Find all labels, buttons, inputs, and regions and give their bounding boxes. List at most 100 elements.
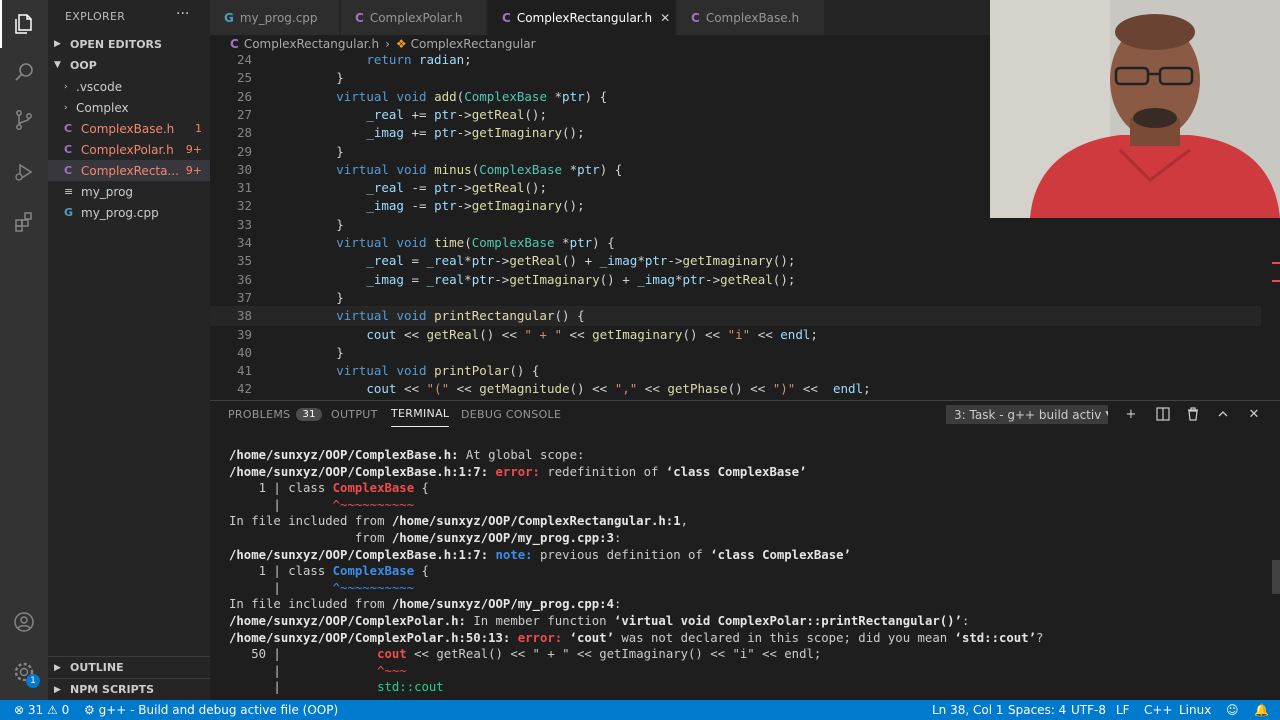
open-editors-label: OPEN EDITORS bbox=[70, 37, 162, 51]
breadcrumb-file[interactable]: ComplexRectangular.h bbox=[244, 37, 379, 51]
tree-file-complexpolar[interactable]: C ComplexPolar.h 9+ bbox=[48, 139, 210, 160]
tab-output[interactable]: OUTPUT bbox=[331, 401, 378, 427]
trash-icon[interactable] bbox=[1184, 405, 1202, 423]
warning-icon: ⚠ bbox=[47, 703, 58, 717]
code-text: virtual void printRectangular() { bbox=[336, 308, 585, 324]
feedback-icon[interactable]: ☺ bbox=[1226, 700, 1239, 720]
code-line[interactable]: 37 } bbox=[210, 289, 1260, 307]
c-header-file-icon: C bbox=[230, 37, 239, 51]
code-line[interactable]: 35 _real = _real*ptr->getReal() + _imag*… bbox=[210, 252, 1260, 270]
panel-scrollbar[interactable] bbox=[1272, 560, 1280, 594]
account-icon[interactable] bbox=[0, 598, 48, 646]
source-control-icon[interactable] bbox=[0, 96, 48, 144]
tree-folder-complex[interactable]: › Complex bbox=[48, 97, 210, 118]
code-line[interactable]: 36 _imag = _real*ptr->getImaginary() + _… bbox=[210, 271, 1260, 289]
tab-complexrectangular[interactable]: C ComplexRectangular.h ✕ bbox=[488, 0, 676, 35]
task-status[interactable]: ⚙ g++ - Build and debug active file (OOP… bbox=[84, 700, 338, 720]
cursor-position[interactable]: Ln 38, Col 1 bbox=[932, 700, 1004, 720]
terminal-line: In file included from /home/sunxyz/OOP/C… bbox=[229, 514, 689, 529]
npm-scripts-section[interactable]: ▶ NPM SCRIPTS bbox=[48, 678, 210, 700]
terminal-line: | ^~~~~~~~~~~ bbox=[229, 497, 415, 512]
line-number: 31 bbox=[236, 180, 252, 196]
indentation[interactable]: Spaces: 4 bbox=[1008, 700, 1066, 720]
new-terminal-icon[interactable]: + bbox=[1122, 405, 1140, 423]
run-debug-icon[interactable] bbox=[0, 148, 48, 196]
tab-terminal[interactable]: TERMINAL bbox=[391, 401, 450, 427]
line-number: 30 bbox=[236, 161, 252, 177]
tab-problems[interactable]: PROBLEMS 31 bbox=[228, 401, 322, 427]
code-text: return radian; bbox=[366, 53, 472, 67]
manage-gear-icon[interactable]: 1 bbox=[0, 648, 48, 696]
status-bar: ⊗ 31 ⚠ 0 ⚙ g++ - Build and debug active … bbox=[0, 700, 1280, 720]
encoding[interactable]: UTF-8 bbox=[1071, 700, 1106, 720]
code-text: _real -= ptr->getReal(); bbox=[366, 180, 547, 196]
language-mode[interactable]: C++ bbox=[1144, 700, 1173, 720]
tab-complexpolar[interactable]: C ComplexPolar.h bbox=[341, 0, 487, 35]
tree-item-label: my_prog.cpp bbox=[81, 205, 159, 220]
chevron-down-icon: ▼ bbox=[54, 60, 61, 70]
problems-status[interactable]: ⊗ 31 ⚠ 0 bbox=[14, 700, 69, 720]
tree-file-complexrectangular[interactable]: C ComplexRecta... 9+ bbox=[48, 160, 210, 181]
code-text: virtual void minus(ComplexBase *ptr) { bbox=[336, 161, 623, 177]
tab-complexbase[interactable]: C ComplexBase.h bbox=[677, 0, 825, 35]
tab-label: my_prog.cpp bbox=[239, 10, 318, 25]
terminal-line: /home/sunxyz/OOP/ComplexBase.h:1:7: erro… bbox=[229, 464, 807, 479]
code-text: } bbox=[276, 216, 344, 232]
tree-item-label: my_prog bbox=[81, 184, 134, 199]
terminal-select[interactable]: 3: Task - g++ build activ ▼ bbox=[946, 405, 1108, 424]
error-marker bbox=[1272, 262, 1280, 264]
code-line[interactable]: 41 virtual void printPolar() { bbox=[210, 362, 1260, 380]
outline-section[interactable]: ▶ OUTLINE bbox=[48, 656, 210, 678]
code-line[interactable]: 42 cout << "(" << getMagnitude() << "," … bbox=[210, 380, 1260, 396]
split-terminal-icon[interactable] bbox=[1154, 405, 1172, 423]
webcam-overlay bbox=[990, 0, 1280, 218]
tree-file-my-prog-cpp[interactable]: G my_prog.cpp bbox=[48, 202, 210, 223]
tab-label: PROBLEMS bbox=[228, 407, 291, 421]
terminal-line: | ^~~~~~~~~~~ bbox=[229, 580, 415, 595]
breadcrumb-symbol[interactable]: ComplexRectangular bbox=[411, 37, 536, 51]
chevron-right-icon: ▶ bbox=[54, 662, 61, 673]
tab-label: OUTPUT bbox=[331, 407, 378, 421]
code-text: } bbox=[276, 289, 344, 305]
c-header-file-icon: C bbox=[691, 10, 700, 25]
c-header-file-icon: C bbox=[502, 10, 511, 25]
maximize-panel-icon[interactable] bbox=[1214, 405, 1232, 423]
code-text: virtual void printPolar() { bbox=[336, 363, 540, 379]
terminal-output[interactable]: /home/sunxyz/OOP/ComplexBase.h: At globa… bbox=[229, 447, 1269, 696]
close-panel-icon[interactable]: ✕ bbox=[1245, 405, 1263, 423]
end-of-line[interactable]: LF bbox=[1116, 700, 1130, 720]
tree-file-complexbase[interactable]: C ComplexBase.h 1 bbox=[48, 118, 210, 139]
explorer-sidebar: EXPLORER ··· ▶ OPEN EDITORS ▼ OOP › .vsc… bbox=[48, 0, 210, 700]
code-text: cout << "(" << getMagnitude() << "," << … bbox=[366, 381, 871, 396]
terminal-line: from /home/sunxyz/OOP/my_prog.cpp:3: bbox=[229, 530, 622, 545]
code-line[interactable]: 40 } bbox=[210, 344, 1260, 362]
code-line[interactable]: 34 virtual void time(ComplexBase *ptr) { bbox=[210, 234, 1260, 252]
more-actions-icon[interactable]: ··· bbox=[176, 6, 189, 22]
code-line[interactable]: 38 virtual void printRectangular() { bbox=[210, 306, 1261, 327]
tab-debug-console[interactable]: DEBUG CONSOLE bbox=[461, 401, 561, 427]
code-line[interactable]: 33 } bbox=[210, 216, 1260, 234]
code-text: _imag -= ptr->getImaginary(); bbox=[366, 198, 585, 214]
folder-label: OOP bbox=[70, 58, 97, 72]
folder-section-oop[interactable]: ▼ OOP bbox=[48, 54, 210, 76]
os-indicator[interactable]: Linux bbox=[1179, 700, 1211, 720]
code-text: } bbox=[276, 70, 344, 86]
search-icon[interactable] bbox=[0, 48, 48, 96]
chevron-right-icon: › bbox=[64, 81, 68, 92]
terminal-line: /home/sunxyz/OOP/ComplexBase.h:1:7: note… bbox=[229, 547, 851, 562]
tree-folder-vscode[interactable]: › .vscode bbox=[48, 76, 210, 97]
error-icon: ⊗ bbox=[14, 703, 25, 717]
code-line[interactable]: 39 cout << getReal() << " + " << getImag… bbox=[210, 326, 1260, 344]
notifications-bell-icon[interactable]: 🔔 bbox=[1254, 700, 1269, 720]
terminal-line: /home/sunxyz/OOP/ComplexBase.h: At globa… bbox=[229, 448, 585, 462]
tree-file-my-prog[interactable]: ≡ my_prog bbox=[48, 181, 210, 202]
extensions-icon[interactable] bbox=[0, 198, 48, 246]
open-editors-section[interactable]: ▶ OPEN EDITORS bbox=[48, 33, 210, 55]
tab-my-prog-cpp[interactable]: G my_prog.cpp bbox=[210, 0, 340, 35]
line-number: 41 bbox=[236, 363, 252, 379]
code-text: _imag += ptr->getImaginary(); bbox=[366, 125, 585, 141]
line-number: 37 bbox=[236, 289, 252, 305]
problem-count-badge: 9+ bbox=[185, 164, 202, 177]
explorer-icon[interactable] bbox=[0, 0, 48, 48]
close-icon[interactable]: ✕ bbox=[660, 11, 670, 25]
